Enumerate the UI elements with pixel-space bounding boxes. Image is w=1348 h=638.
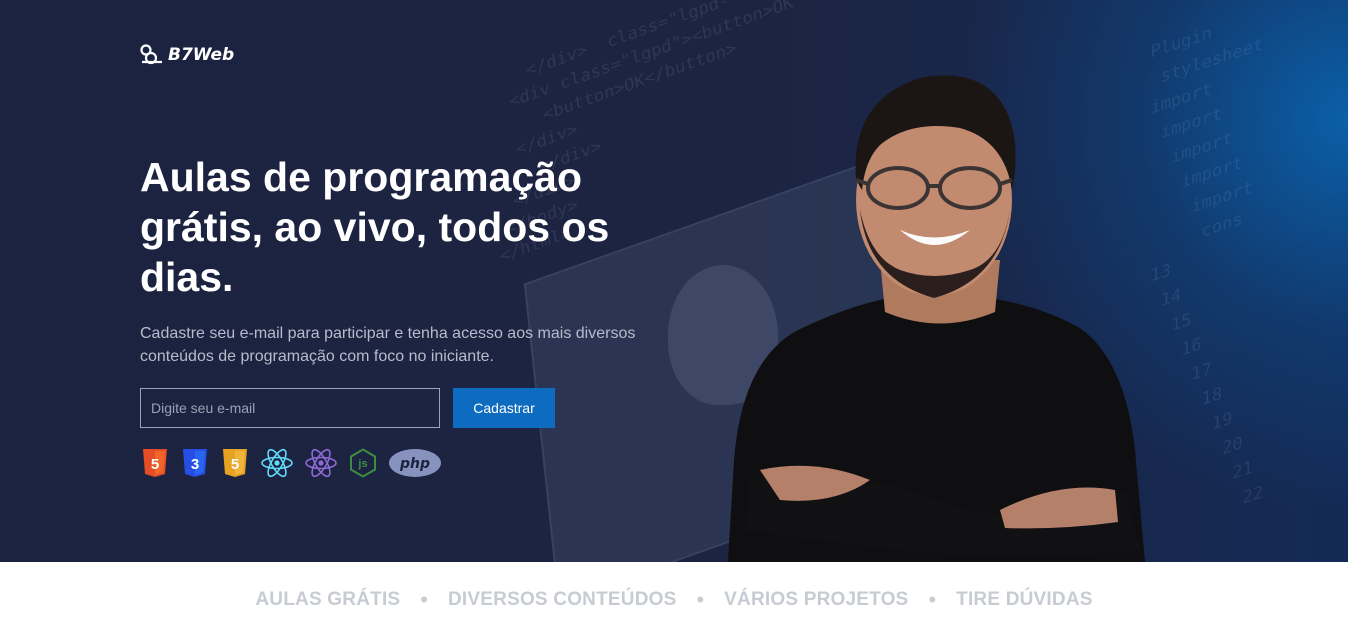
brand-name: B7Web (168, 45, 235, 65)
technology-icons: 5 3 5 js php (140, 447, 452, 479)
feature-questions: TIRE DÚVIDAS (956, 589, 1093, 610)
react-purple-icon (304, 447, 338, 479)
features-bar: AULAS GRÁTIS • DIVERSOS CONTEÚDOS • VÁRI… (0, 562, 1348, 638)
nodejs-icon: js (348, 447, 378, 479)
feature-free-classes: AULAS GRÁTIS (255, 589, 401, 610)
php-icon: php (388, 447, 442, 479)
email-input[interactable] (140, 388, 440, 428)
nodejs-label: js (357, 458, 367, 470)
feature-separator: • (696, 587, 705, 612)
js-shield-icon: 5 (220, 447, 250, 479)
feature-separator: • (420, 587, 428, 612)
js-shield-label: 5 (231, 456, 239, 473)
brand-logo[interactable]: B7Web (140, 44, 234, 66)
instructor-photo (728, 75, 1145, 562)
css3-icon: 3 (180, 447, 210, 479)
feature-diverse-content: DIVERSOS CONTEÚDOS (448, 589, 677, 610)
b7web-logo-icon (140, 44, 162, 65)
hero-section: </div> class="lgpd--f <div class="lgpd">… (0, 0, 1348, 562)
feature-separator: • (928, 587, 937, 612)
php-label: php (399, 456, 430, 472)
html5-icon: 5 (140, 447, 170, 479)
hero-headline: Aulas de programação grátis, ao vivo, to… (140, 154, 610, 300)
feature-projects: VÁRIOS PROJETOS (724, 589, 909, 610)
hero-subtext: Cadastre seu e-mail para participar e te… (140, 325, 636, 365)
subscribe-button[interactable]: Cadastrar (453, 388, 555, 428)
background-code-decoration-right: Plugin stylesheet import import import i… (1150, 22, 1264, 509)
css3-label: 3 (191, 456, 199, 473)
react-icon (260, 447, 294, 479)
html5-label: 5 (151, 456, 159, 473)
